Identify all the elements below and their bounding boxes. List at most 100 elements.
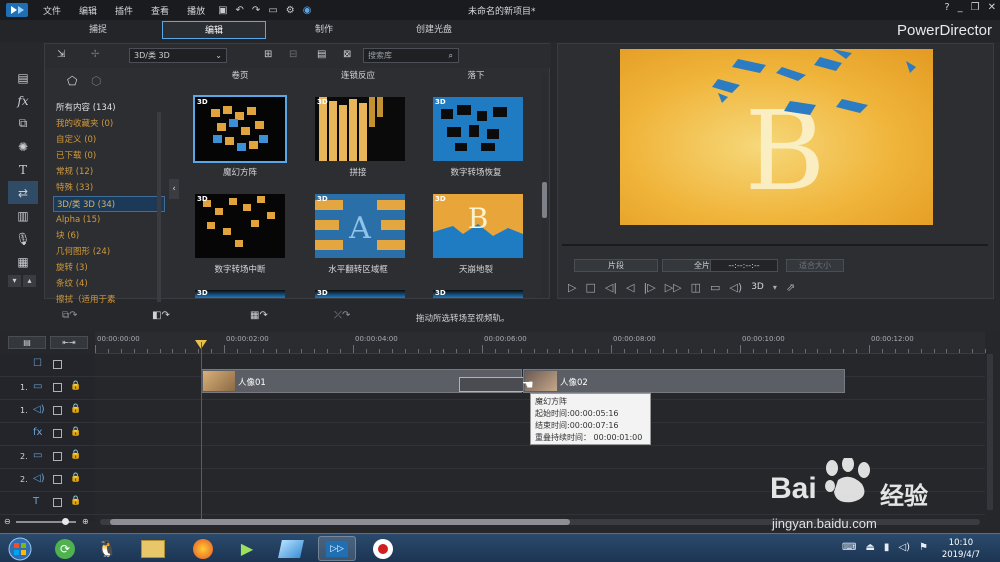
play-icon[interactable]: ▷ — [568, 281, 576, 294]
clip-mode-button[interactable]: 片段 — [574, 259, 658, 272]
timecode-field[interactable]: --:--:--:-- — [710, 259, 778, 272]
download-icon[interactable]: ⊟ — [289, 49, 297, 60]
rail-collapse-icon[interactable]: ▾ — [8, 275, 21, 287]
tab-edit[interactable]: 编辑 — [162, 21, 266, 39]
category-item[interactable]: 几何图形 (24) — [53, 244, 165, 260]
transition-thumb-earth-shatter[interactable]: B 3D — [433, 194, 523, 258]
fit-size-dropdown[interactable]: 适合大小 — [786, 259, 844, 272]
transition-thumb-partial[interactable]: 3D — [433, 290, 523, 298]
taskbar-player-icon[interactable]: ▶ — [228, 536, 266, 561]
transition-thumb-magic-cube[interactable]: 3D — [193, 95, 287, 163]
network-icon[interactable]: ▮ — [884, 542, 890, 553]
help-icon[interactable]: ? — [944, 2, 949, 13]
tab-create-disc[interactable]: 创建光盘 — [382, 21, 486, 39]
title-room-icon[interactable]: T — [8, 158, 38, 181]
save-icon[interactable]: ▣ — [218, 5, 227, 16]
transition-thumb-partial[interactable]: 3D — [315, 290, 405, 298]
settings-gear-icon[interactable]: ⚙ — [286, 5, 295, 16]
rail-expand-icon[interactable]: ▴ — [23, 275, 36, 287]
transition-overlap-box[interactable] — [459, 377, 527, 392]
zoom-out-icon[interactable]: ⊖ — [4, 517, 11, 526]
fast-forward-icon[interactable]: ▷▷ — [665, 281, 682, 294]
category-item[interactable]: 特殊 (33) — [53, 180, 165, 196]
audio-mixing-icon[interactable]: ▥ — [8, 204, 38, 227]
category-item[interactable]: 自定义 (0) — [53, 132, 165, 148]
tab-produce[interactable]: 制作 — [272, 21, 376, 39]
fit-timeline-button[interactable]: ⇤⇥ — [50, 336, 88, 349]
category-item[interactable]: 块 (6) — [53, 228, 165, 244]
grid-scroll-thumb[interactable] — [542, 182, 547, 218]
transition-thumb-digital-restore[interactable]: 3D — [433, 97, 523, 161]
menu-play[interactable]: 播放 — [178, 4, 214, 17]
collapse-left-icon[interactable]: ‹ — [169, 179, 179, 199]
transition-thumb-partial[interactable]: 3D — [195, 290, 285, 298]
new-item-icon[interactable]: ⊞ — [264, 49, 272, 60]
category-item[interactable]: 常规 (12) — [53, 164, 165, 180]
taskbar-firefox-icon[interactable] — [184, 536, 222, 561]
restore-icon[interactable]: ❐ — [971, 2, 980, 13]
category-item[interactable]: 已下载 (0) — [53, 148, 165, 164]
add-favorite-icon[interactable]: ⬠ — [67, 74, 77, 88]
taskbar-explorer-icon[interactable] — [134, 536, 172, 561]
account-icon[interactable]: ◉ — [303, 5, 312, 16]
category-scrollbar[interactable] — [157, 112, 161, 302]
zoom-slider[interactable]: ⊖ ⊕ — [4, 517, 92, 527]
keyboard-icon[interactable]: ⌨ — [842, 542, 856, 553]
plugin-icon[interactable]: ✢ — [91, 49, 99, 60]
3d-mode-toggle[interactable]: 3D — [751, 282, 764, 292]
prev-frame-icon[interactable]: ◁| — [605, 281, 617, 294]
cross-transition-icon[interactable]: ▦↷ — [250, 310, 268, 321]
menu-file[interactable]: 文件 — [34, 4, 70, 17]
voice-over-icon[interactable]: 🎙 — [8, 227, 38, 250]
category-item[interactable]: 3D/类 3D (34) — [53, 196, 165, 212]
subtitle-room-icon[interactable]: ▦ — [8, 250, 38, 273]
category-item[interactable]: 条纹 (4) — [53, 276, 165, 292]
redo-icon[interactable]: ↷ — [252, 5, 260, 16]
minimize-icon[interactable]: _ — [958, 2, 963, 13]
zoom-in-icon[interactable]: ⊕ — [82, 517, 89, 526]
library-search-input[interactable]: 搜索库 ⌕ — [363, 48, 459, 63]
transition-room-icon[interactable]: ⇄ — [8, 181, 38, 204]
time-ruler[interactable]: 00:00:00:00 00:00:02:00 00:00:04:00 00:00:0… — [95, 332, 987, 354]
category-item[interactable]: 所有内容 (134) — [53, 100, 165, 116]
category-filter-dropdown[interactable]: 3D/类 3D ⌄ — [129, 48, 227, 63]
transition-thumb-digital-break[interactable]: 3D — [195, 194, 285, 258]
prefix-transition-icon[interactable]: ◧↷ — [152, 310, 170, 321]
menu-plugins[interactable]: 插件 — [106, 4, 142, 17]
aspect-ratio-icon[interactable]: ▭ — [268, 5, 277, 16]
volume-icon[interactable]: ◁) — [729, 281, 742, 294]
import-icon[interactable]: ⇲ — [57, 49, 65, 60]
video-clip[interactable]: 人像02 — [523, 369, 845, 393]
trim-icon[interactable]: ⧉↷ — [62, 310, 78, 321]
close-icon[interactable]: ✕ — [988, 2, 996, 13]
track-manager-button[interactable]: ▤ — [8, 336, 46, 349]
snapshot-icon[interactable]: ◫ — [691, 281, 701, 294]
taskbar-qq-icon[interactable]: 🐧 — [88, 536, 126, 561]
category-item[interactable]: 我的收藏夹 (0) — [53, 116, 165, 132]
pip-room-icon[interactable]: ⧉ — [8, 112, 38, 135]
effect-room-icon[interactable]: fx — [8, 89, 38, 112]
preview-seekbar[interactable] — [562, 244, 988, 246]
system-clock[interactable]: 10:10 2019/4/7 — [942, 537, 980, 561]
transition-thumb-splice[interactable]: 3D — [315, 97, 405, 161]
rewind-icon[interactable]: ◁ — [626, 281, 634, 294]
undock-icon[interactable]: ⇗ — [786, 281, 795, 294]
menu-view[interactable]: 查看 — [142, 4, 178, 17]
resize-icon[interactable]: ⊠ — [343, 49, 351, 60]
taskbar-powerdirector-icon[interactable]: ▷▷ — [318, 536, 356, 561]
remove-favorite-icon[interactable]: ⬡ — [91, 74, 101, 88]
menu-edit[interactable]: 编辑 — [70, 4, 106, 17]
search-icon[interactable]: ⌕ — [449, 49, 453, 62]
transition-thumb-horizontal-flip[interactable]: A 3D — [315, 194, 405, 258]
flag-icon[interactable]: ⚑ — [919, 542, 928, 553]
postfix-transition-icon[interactable]: ⤫↷ — [334, 310, 350, 321]
media-room-icon[interactable]: ▤ — [8, 66, 38, 89]
volume-icon[interactable]: ◁) — [898, 542, 910, 553]
usb-icon[interactable]: ⏏ — [865, 542, 874, 553]
category-item[interactable]: 旋转 (3) — [53, 260, 165, 276]
stop-icon[interactable]: □ — [585, 281, 595, 294]
taskbar-refresh-icon[interactable]: ⟳ — [46, 536, 84, 561]
chevron-down-icon[interactable]: ▾ — [773, 283, 777, 292]
start-button[interactable] — [4, 536, 36, 561]
taskbar-app-icon[interactable] — [272, 536, 310, 561]
